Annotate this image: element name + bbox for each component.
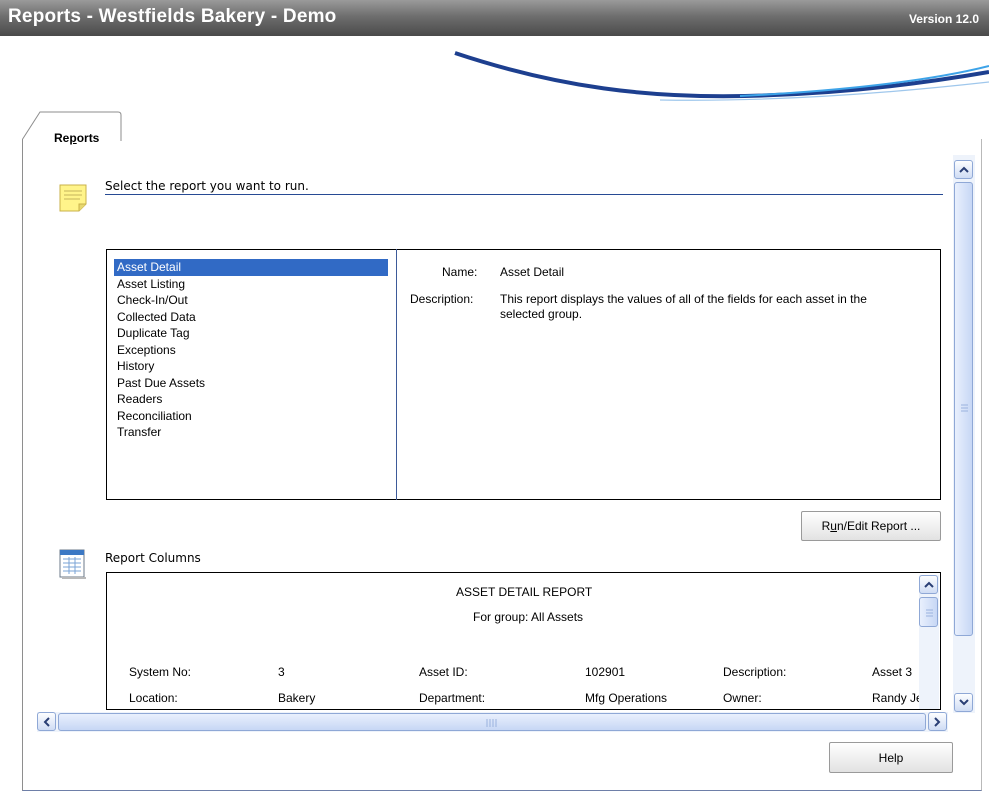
report-list-item[interactable]: History [114, 358, 388, 375]
name-label: Name: [442, 265, 478, 279]
preview-field-value: 3 [278, 665, 285, 679]
preview-field-label: Owner: [723, 691, 762, 705]
chevron-up-icon [958, 166, 969, 173]
grip-icon [961, 404, 968, 412]
horizontal-scroll-thumb[interactable] [58, 713, 926, 731]
window-title: Reports - Westfields Bakery - Demo [8, 6, 337, 27]
scroll-right-button[interactable] [928, 712, 947, 731]
preview-field-label: System No: [129, 665, 192, 679]
report-preview: ASSET DETAIL REPORT For group: All Asset… [106, 572, 941, 710]
scroll-up-button[interactable] [954, 160, 973, 179]
main-vertical-scrollbar[interactable] [953, 155, 975, 713]
preview-field-value: 102901 [585, 665, 626, 679]
preview-field-value: Mfg Operations [585, 691, 668, 705]
scroll-left-button[interactable] [37, 712, 56, 731]
chevron-right-icon [934, 716, 941, 727]
report-list-item[interactable]: Readers [114, 391, 388, 408]
chevron-down-icon [958, 699, 969, 706]
preview-field-value: Randy Je [872, 691, 923, 705]
preview-field-label: Description: [723, 665, 787, 679]
version-label: Version 12.0 [908, 12, 979, 26]
report-list-item[interactable]: Reconciliation [114, 408, 388, 425]
preview-field-value: Bakery [278, 691, 316, 705]
help-button[interactable]: Help [829, 742, 953, 773]
report-list-item[interactable]: Duplicate Tag [114, 325, 388, 342]
run-edit-report-button[interactable]: Ru n/Edit Report ... [801, 511, 941, 541]
report-list-item[interactable]: Check-In/Out [114, 292, 388, 309]
preview-field-value: Asset 3 [872, 665, 913, 679]
preview-scroll-down-button[interactable] [954, 693, 973, 712]
report-list-item[interactable]: Exceptions [114, 342, 388, 359]
grip-icon [486, 719, 497, 727]
report-list-item[interactable]: Collected Data [114, 309, 388, 326]
report-list-item[interactable]: Asset Detail [114, 259, 388, 276]
report-list-item[interactable]: Past Due Assets [114, 375, 388, 392]
scroll-thumb[interactable] [954, 182, 973, 636]
preview-title: ASSET DETAIL REPORT [456, 585, 593, 599]
report-list-item[interactable]: Asset Listing [114, 276, 388, 293]
panel-divider [396, 249, 397, 500]
preview-field-label: Asset ID: [419, 665, 468, 679]
table-icon [59, 549, 86, 579]
preview-field-label: Department: [419, 691, 486, 705]
note-icon [59, 184, 87, 212]
report-columns-label: Report Columns [105, 551, 201, 565]
instructions-text: Select the report you want to run. [105, 179, 309, 193]
report-list[interactable]: Asset Detail Asset Listing Check-In/Out Col… [114, 259, 388, 441]
chevron-left-icon [43, 716, 50, 727]
preview-subtitle: For group: All Assets [473, 610, 584, 624]
header-swoosh-graphic [454, 51, 989, 101]
chevron-up-icon [923, 581, 934, 588]
description-value: This report displays the values of all o… [500, 292, 867, 321]
preview-scroll-up-button[interactable] [919, 575, 938, 594]
report-list-item[interactable]: Transfer [114, 424, 388, 441]
preview-vertical-scrollbar[interactable] [919, 575, 939, 709]
grip-icon [926, 609, 933, 617]
section-divider [105, 194, 943, 195]
name-value: Asset Detail [500, 265, 565, 279]
preview-field-label: Location: [129, 691, 178, 705]
preview-scroll-thumb[interactable] [919, 597, 938, 627]
description-label: Description: [410, 292, 474, 306]
preview-horizontal-scrollbar[interactable] [37, 712, 948, 732]
